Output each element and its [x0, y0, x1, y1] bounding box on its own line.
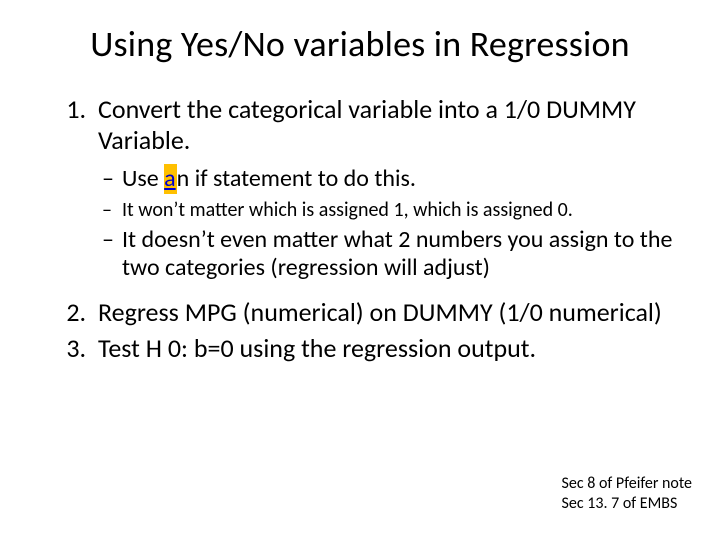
footer-note: Sec 8 of Pfeifer note Sec 13. 7 of EMBS: [562, 474, 692, 514]
slide: Using Yes/No variables in Regression Con…: [0, 0, 720, 540]
main-list: Convert the categorical variable into a …: [44, 94, 676, 364]
sub-1a-post: n if statement to do this.: [177, 164, 416, 193]
sub-1b-text: It won’t matter which is assigned 1, whi…: [122, 198, 573, 222]
item-1: Convert the categorical variable into a …: [92, 94, 676, 283]
sub-1a-link[interactable]: a: [164, 164, 177, 194]
item-1-text: Convert the categorical variable into a …: [98, 93, 636, 156]
sub-1c-text: It doesn’t even matter what 2 numbers yo…: [122, 225, 672, 282]
sub-1b: It won’t matter which is assigned 1, whi…: [102, 198, 676, 222]
sub-1a: Use an if statement to do this.: [102, 165, 676, 193]
item-3-text: Test H 0: b=0 using the regression outpu…: [98, 332, 536, 364]
footer-line-2: Sec 13. 7 of EMBS: [562, 494, 692, 514]
item-3: Test H 0: b=0 using the regression outpu…: [92, 333, 676, 364]
item-2: Regress MPG (numerical) on DUMMY (1/0 nu…: [92, 297, 676, 328]
item-2-text: Regress MPG (numerical) on DUMMY (1/0 nu…: [98, 296, 662, 328]
slide-title: Using Yes/No variables in Regression: [44, 22, 676, 66]
footer-line-1: Sec 8 of Pfeifer note: [562, 474, 692, 494]
item-1-sublist: Use an if statement to do this. It won’t…: [98, 165, 676, 282]
sub-1a-pre: Use: [122, 164, 164, 193]
sub-1c: It doesn’t even matter what 2 numbers yo…: [102, 226, 676, 283]
